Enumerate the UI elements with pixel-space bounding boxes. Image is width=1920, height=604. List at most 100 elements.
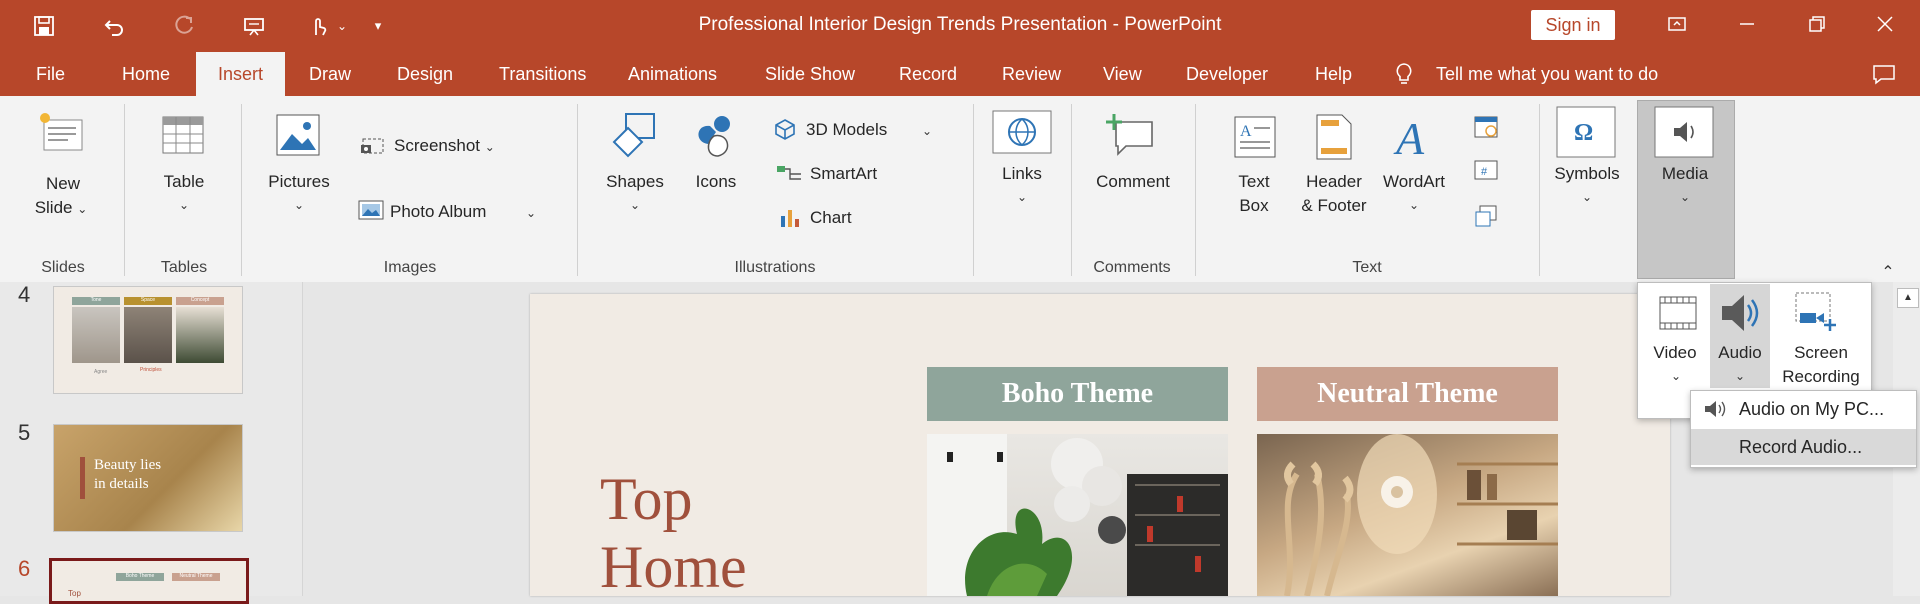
smartart-button[interactable]: SmartArt bbox=[810, 162, 877, 186]
media-label[interactable]: Media bbox=[1646, 162, 1724, 186]
wordart-button[interactable]: WordArt bbox=[1374, 170, 1454, 194]
pictures-button[interactable]: Pictures bbox=[262, 170, 336, 194]
boho-theme-header[interactable]: Boho Theme bbox=[927, 367, 1228, 421]
tab-insert[interactable]: Insert bbox=[196, 52, 285, 96]
photo-album-icon[interactable] bbox=[358, 200, 384, 227]
media-dropdown-icon[interactable]: ⌄ bbox=[1673, 184, 1697, 209]
current-slide[interactable]: Top Home Boho Theme Neutral Theme bbox=[530, 294, 1670, 600]
symbols-icon[interactable]: Ω bbox=[1556, 106, 1616, 163]
tab-record[interactable]: Record bbox=[899, 52, 957, 96]
screenshot-button[interactable]: Screenshot ⌄ bbox=[394, 134, 495, 159]
icons-icon[interactable] bbox=[692, 112, 738, 163]
links-button[interactable]: Links bbox=[992, 162, 1052, 186]
object-icon[interactable] bbox=[1474, 204, 1498, 233]
slide-title-line1[interactable]: Top bbox=[600, 464, 692, 534]
icons-button[interactable]: Icons bbox=[688, 170, 744, 194]
table-icon[interactable] bbox=[162, 116, 204, 159]
text-box-button[interactable]: Box bbox=[1226, 194, 1282, 218]
photo-album-dropdown-icon[interactable]: ⌄ bbox=[526, 200, 536, 225]
screen-recording-label[interactable]: Screen bbox=[1776, 341, 1866, 365]
wordart-icon[interactable]: A bbox=[1392, 112, 1432, 165]
slide-number-icon[interactable]: # bbox=[1474, 160, 1498, 185]
sign-in-button[interactable]: Sign in bbox=[1531, 10, 1615, 40]
3d-models-icon[interactable] bbox=[774, 118, 796, 145]
redo-icon[interactable] bbox=[168, 10, 200, 42]
touch-dropdown-icon[interactable]: ⌄ bbox=[328, 10, 356, 42]
table-button[interactable]: Table bbox=[152, 170, 216, 194]
new-slide-label[interactable]: New bbox=[30, 172, 96, 196]
pictures-dropdown-icon[interactable]: ⌄ bbox=[287, 192, 311, 217]
tab-developer[interactable]: Developer bbox=[1186, 52, 1268, 96]
tell-me-search[interactable]: Tell me what you want to do bbox=[1436, 52, 1658, 96]
restore-icon[interactable] bbox=[1797, 8, 1837, 40]
slide-thumbnail-6-selected[interactable]: Boho Theme Neutral Theme Top bbox=[49, 558, 249, 604]
tab-slide-show[interactable]: Slide Show bbox=[765, 52, 855, 96]
audio-dropdown-icon[interactable]: ⌄ bbox=[1728, 363, 1752, 388]
table-dropdown-icon[interactable]: ⌄ bbox=[172, 192, 196, 217]
collapse-ribbon-icon[interactable]: ⌃ bbox=[1876, 262, 1900, 281]
neutral-theme-header[interactable]: Neutral Theme bbox=[1257, 367, 1558, 421]
pictures-icon[interactable] bbox=[276, 114, 320, 161]
shapes-button[interactable]: Shapes bbox=[602, 170, 668, 194]
save-icon[interactable] bbox=[28, 10, 60, 42]
new-slide-button[interactable]: Slide ⌄ bbox=[26, 196, 96, 221]
header-footer-button[interactable]: & Footer bbox=[1292, 194, 1376, 218]
media-icon[interactable] bbox=[1654, 106, 1714, 163]
smartart-icon[interactable] bbox=[776, 164, 802, 189]
date-time-icon[interactable] bbox=[1474, 114, 1498, 143]
chart-icon[interactable] bbox=[780, 208, 800, 233]
wordart-dropdown-icon[interactable]: ⌄ bbox=[1402, 192, 1426, 217]
shapes-dropdown-icon[interactable]: ⌄ bbox=[623, 192, 647, 217]
header-footer-label[interactable]: Header bbox=[1292, 170, 1376, 194]
comment-icon[interactable] bbox=[1106, 112, 1154, 161]
neutral-theme-image[interactable] bbox=[1257, 434, 1558, 596]
symbols-dropdown-icon[interactable]: ⌄ bbox=[1575, 184, 1599, 209]
3d-models-dropdown-icon[interactable]: ⌄ bbox=[922, 118, 932, 143]
slide-thumbnail-5[interactable]: Beauty lies in details bbox=[53, 424, 243, 532]
record-audio-item[interactable]: Record Audio... bbox=[1691, 429, 1916, 465]
tab-transitions[interactable]: Transitions bbox=[499, 52, 586, 96]
customize-icon[interactable]: ▾ bbox=[364, 10, 392, 42]
video-dropdown-icon[interactable]: ⌄ bbox=[1664, 363, 1688, 388]
comment-button[interactable]: Comment bbox=[1090, 170, 1176, 194]
lightbulb-icon[interactable] bbox=[1394, 52, 1414, 96]
3d-models-button[interactable]: 3D Models bbox=[806, 118, 887, 142]
tab-design[interactable]: Design bbox=[397, 52, 453, 96]
text-box-label[interactable]: Text bbox=[1226, 170, 1282, 194]
screen-recording-button[interactable]: Recording bbox=[1776, 365, 1866, 389]
tab-review[interactable]: Review bbox=[1002, 52, 1061, 96]
photo-album-button[interactable]: Photo Album bbox=[390, 200, 486, 224]
video-icon[interactable] bbox=[1658, 293, 1698, 338]
ribbon-display-icon[interactable] bbox=[1657, 8, 1697, 40]
tab-draw[interactable]: Draw bbox=[309, 52, 351, 96]
shapes-icon[interactable] bbox=[608, 112, 658, 163]
slide-thumbnail-4[interactable]: Tone Space Concept Agree Principles bbox=[53, 286, 243, 394]
links-dropdown-icon[interactable]: ⌄ bbox=[1010, 184, 1034, 209]
close-icon[interactable] bbox=[1865, 8, 1905, 40]
tab-home[interactable]: Home bbox=[122, 52, 170, 96]
undo-icon[interactable] bbox=[98, 10, 130, 42]
audio-on-my-pc-item[interactable]: Audio on My PC... bbox=[1691, 391, 1916, 427]
new-slide-icon[interactable] bbox=[36, 110, 86, 159]
tab-animations[interactable]: Animations bbox=[628, 52, 717, 96]
screenshot-icon[interactable] bbox=[360, 134, 386, 161]
text-box-icon[interactable]: A bbox=[1234, 116, 1276, 163]
slide-title-line2[interactable]: Home bbox=[600, 532, 747, 602]
speaker-icon[interactable] bbox=[1718, 291, 1762, 340]
links-icon[interactable] bbox=[992, 110, 1052, 159]
tab-file[interactable]: File bbox=[36, 52, 65, 96]
symbols-button[interactable]: Symbols bbox=[1546, 162, 1628, 186]
audio-label[interactable]: Audio bbox=[1710, 341, 1770, 365]
scroll-up-icon[interactable]: ▲ bbox=[1897, 288, 1919, 308]
header-footer-icon[interactable] bbox=[1316, 114, 1352, 165]
tab-help[interactable]: Help bbox=[1315, 52, 1352, 96]
chart-button[interactable]: Chart bbox=[810, 206, 852, 230]
comments-pane-icon[interactable] bbox=[1872, 52, 1896, 96]
tab-view[interactable]: View bbox=[1103, 52, 1142, 96]
present-icon[interactable] bbox=[238, 10, 270, 42]
thumb-header: Space bbox=[124, 297, 172, 305]
screen-recording-icon[interactable] bbox=[1794, 291, 1838, 340]
minimize-icon[interactable] bbox=[1727, 8, 1767, 40]
video-button[interactable]: Video bbox=[1644, 341, 1706, 365]
boho-theme-image[interactable] bbox=[927, 434, 1228, 596]
